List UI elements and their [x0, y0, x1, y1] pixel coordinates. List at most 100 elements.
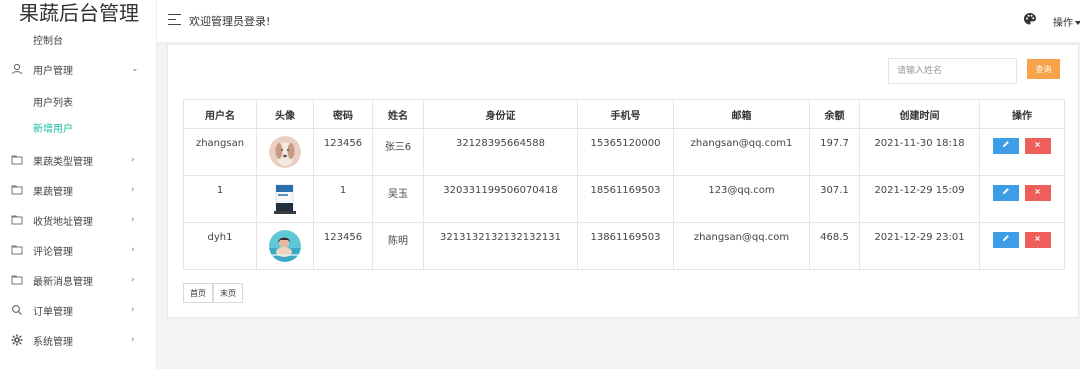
column-header-balance: 余额 [809, 99, 860, 129]
welcome-text: 欢迎管理员登录! [189, 15, 271, 28]
chevron-right-icon: › [131, 155, 135, 165]
sidebar-item-label: 订单管理 [33, 306, 73, 318]
column-header-email: 邮箱 [673, 99, 810, 129]
cell-actions [979, 128, 1065, 176]
column-header-name: 姓名 [372, 99, 424, 129]
column-header-username: 用户名 [183, 99, 257, 129]
cell-email: 123@qq.com [673, 175, 810, 223]
chevron-right-icon: › [131, 185, 135, 195]
edit-button[interactable] [993, 185, 1020, 201]
cell-avatar [256, 222, 314, 270]
folder-icon [10, 273, 24, 287]
sidebar-item-label: 用户列表 [33, 97, 73, 109]
cell-actions [979, 222, 1065, 270]
folder-icon [10, 213, 24, 227]
cell-username: 1 [183, 175, 257, 223]
last-page-button[interactable]: 末页 [213, 283, 243, 303]
chevron-right-icon: › [131, 275, 135, 285]
folder-icon [10, 153, 24, 167]
operations-label: 操作 [1053, 18, 1073, 29]
palette-icon[interactable] [1023, 12, 1037, 26]
dog-avatar [269, 136, 301, 168]
chevron-right-icon: › [131, 245, 135, 255]
cell-password: 123456 [313, 128, 373, 176]
column-header-created: 创建时间 [859, 99, 980, 129]
cell-id-card: 32128395664588 [423, 128, 578, 176]
cell-created: 2021-12-29 23:01 [859, 222, 980, 270]
cell-username: dyh1 [183, 222, 257, 270]
gear-icon [10, 333, 24, 347]
sidebar-item-label: 果蔬管理 [33, 186, 73, 198]
cell-avatar [256, 175, 314, 223]
sidebar-item-label: 用户管理 [33, 65, 73, 77]
sidebar: 果蔬后台管理 控制台 用户管理 ⌄ 用户列表 新增用户 果蔬类型管理 › 果蔬管… [0, 0, 157, 369]
table-row: zhangsan 123456 张三6 32128395664588 15365… [183, 128, 1065, 176]
sidebar-item-system-management[interactable]: 系统管理 › [0, 328, 157, 352]
folder-icon [10, 183, 24, 197]
cell-name: 吴玉 [372, 175, 424, 223]
delete-button[interactable] [1024, 185, 1051, 201]
table-row: dyh1 123456 陈明 3213132132132132131 13861… [183, 222, 1065, 270]
edit-button[interactable] [993, 232, 1020, 248]
column-header-password: 密码 [313, 99, 373, 129]
cell-created: 2021-12-29 15:09 [859, 175, 980, 223]
sidebar-item-label: 评论管理 [33, 246, 73, 258]
top-bar: 欢迎管理员登录! 操作 [157, 0, 1080, 43]
cell-balance: 197.7 [809, 128, 860, 176]
menu-toggle-icon[interactable] [168, 14, 181, 26]
sidebar-item-label: 最新消息管理 [33, 276, 93, 288]
chevron-down-icon: ⌄ [131, 64, 139, 74]
cell-phone: 15365120000 [577, 128, 674, 176]
chevron-right-icon: › [131, 305, 135, 315]
pencil-icon [1003, 141, 1010, 147]
cell-phone: 18561169503 [577, 175, 674, 223]
sidebar-item-console[interactable]: 控制台 [0, 27, 157, 51]
search-icon [10, 303, 24, 317]
cell-balance: 468.5 [809, 222, 860, 270]
sidebar-item-fruit-management[interactable]: 果蔬管理 › [0, 178, 157, 202]
operations-dropdown[interactable]: 操作 [1053, 14, 1080, 29]
cell-email: zhangsan@qq.com1 [673, 128, 810, 176]
delete-button[interactable] [1024, 138, 1051, 154]
cell-username: zhangsan [183, 128, 257, 176]
sidebar-item-label: 果蔬类型管理 [33, 156, 93, 168]
sidebar-item-label: 控制台 [33, 35, 63, 47]
cell-id-card: 320331199506070418 [423, 175, 578, 223]
column-header-id-card: 身份证 [423, 99, 578, 129]
sidebar-item-news-management[interactable]: 最新消息管理 › [0, 268, 157, 292]
user-icon [10, 62, 24, 76]
sidebar-item-label: 收货地址管理 [33, 216, 93, 228]
sidebar-item-order-management[interactable]: 订单管理 › [0, 298, 157, 322]
app-title: 果蔬后台管理 [19, 1, 139, 25]
sidebar-item-user-list[interactable]: 用户列表 [0, 89, 157, 113]
cell-name: 陈明 [372, 222, 424, 270]
sidebar-item-fruit-category[interactable]: 果蔬类型管理 › [0, 148, 157, 172]
pagination: 首页 末页 [183, 283, 243, 303]
content-card: 查询 用户名 头像 密码 姓名 身份证 手机号 邮箱 余额 创建时间 操作 zh… [167, 44, 1079, 318]
column-header-avatar: 头像 [256, 99, 314, 129]
sidebar-item-address-management[interactable]: 收货地址管理 › [0, 208, 157, 232]
close-icon [1035, 189, 1040, 194]
cell-avatar [256, 128, 314, 176]
search-button[interactable]: 查询 [1027, 59, 1060, 79]
table-row: 1 1 吴玉 320331199506070418 18561169503 12… [183, 175, 1065, 223]
first-page-button[interactable]: 首页 [183, 283, 213, 303]
column-header-phone: 手机号 [577, 99, 674, 129]
table-header-row: 用户名 头像 密码 姓名 身份证 手机号 邮箱 余额 创建时间 操作 [183, 99, 1065, 129]
delete-button[interactable] [1024, 232, 1051, 248]
caret-down-icon [1075, 21, 1080, 25]
cell-password: 1 [313, 175, 373, 223]
edit-button[interactable] [993, 138, 1020, 154]
cell-name: 张三6 [372, 128, 424, 176]
pencil-icon [1003, 188, 1010, 194]
sidebar-item-add-user[interactable]: 新增用户 [0, 115, 157, 139]
sidebar-item-comment-management[interactable]: 评论管理 › [0, 238, 157, 262]
close-icon [1035, 142, 1040, 147]
pencil-icon [1003, 235, 1010, 241]
close-icon [1035, 236, 1040, 241]
name-search-input[interactable] [888, 58, 1017, 84]
sidebar-item-user-management[interactable]: 用户管理 ⌄ [0, 57, 157, 81]
sidebar-item-label: 系统管理 [33, 336, 73, 348]
chevron-right-icon: › [131, 215, 135, 225]
cell-password: 123456 [313, 222, 373, 270]
